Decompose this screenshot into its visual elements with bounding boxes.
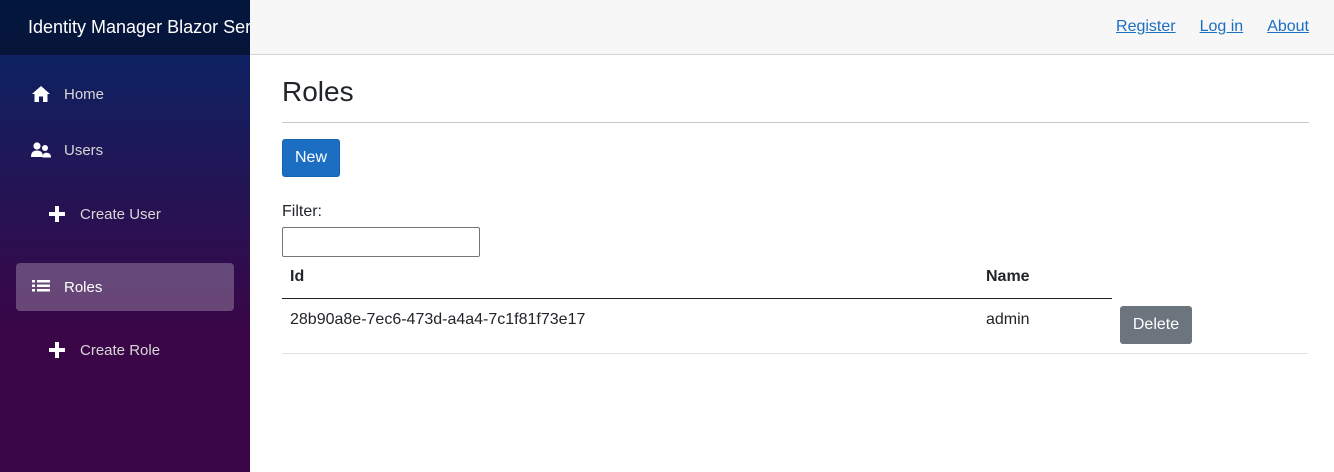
column-header-actions: [1112, 263, 1308, 298]
sidebar-item-create-user[interactable]: Create User: [16, 190, 234, 238]
sidebar-item-label: Create User: [80, 205, 161, 223]
column-header-id: Id: [282, 263, 978, 299]
home-icon: [31, 84, 51, 104]
table-row: 28b90a8e-7ec6-473d-a4a4-7c1f81f73e17 adm…: [282, 298, 1308, 354]
table-header-row: Id Name: [282, 263, 1308, 299]
sidebar-item-home[interactable]: Home: [16, 70, 234, 118]
filter-input[interactable]: [282, 227, 480, 257]
about-link[interactable]: About: [1267, 18, 1309, 36]
brand-bar: Identity Manager Blazor Server: [0, 0, 250, 55]
role-name-cell: admin: [978, 298, 1112, 354]
main-content: Roles New Filter: Id Name 28b90a8e-7ec6-…: [282, 55, 1309, 354]
sidebar-item-roles[interactable]: Roles: [16, 263, 234, 311]
delete-button[interactable]: Delete: [1120, 306, 1192, 344]
list-icon: [31, 277, 51, 297]
sidebar-item-create-role[interactable]: Create Role: [16, 326, 234, 374]
sidebar: Identity Manager Blazor Server Home User…: [0, 0, 250, 472]
sidebar-item-label: Users: [64, 141, 104, 159]
title-divider: [282, 122, 1309, 123]
app-brand[interactable]: Identity Manager Blazor Server: [28, 17, 250, 38]
column-header-name: Name: [978, 263, 1112, 299]
sidebar-item-label: Home: [64, 85, 105, 103]
top-bar: Register Log in About: [250, 0, 1334, 55]
sidebar-item-label: Create Role: [80, 341, 161, 359]
sidebar-item-label: Roles: [64, 278, 103, 296]
roles-table: Id Name 28b90a8e-7ec6-473d-a4a4-7c1f81f7…: [282, 263, 1308, 354]
plus-icon: [47, 204, 67, 224]
actions-cell: Delete: [1112, 298, 1308, 354]
users-icon: [31, 140, 51, 160]
role-id-cell: 28b90a8e-7ec6-473d-a4a4-7c1f81f73e17: [282, 298, 978, 354]
register-link[interactable]: Register: [1116, 18, 1176, 36]
plus-icon: [47, 340, 67, 360]
page-title: Roles: [282, 76, 354, 107]
filter-label: Filter:: [282, 203, 322, 220]
login-link[interactable]: Log in: [1200, 18, 1244, 36]
new-role-button[interactable]: New: [282, 139, 340, 177]
sidebar-item-users[interactable]: Users: [16, 126, 234, 174]
